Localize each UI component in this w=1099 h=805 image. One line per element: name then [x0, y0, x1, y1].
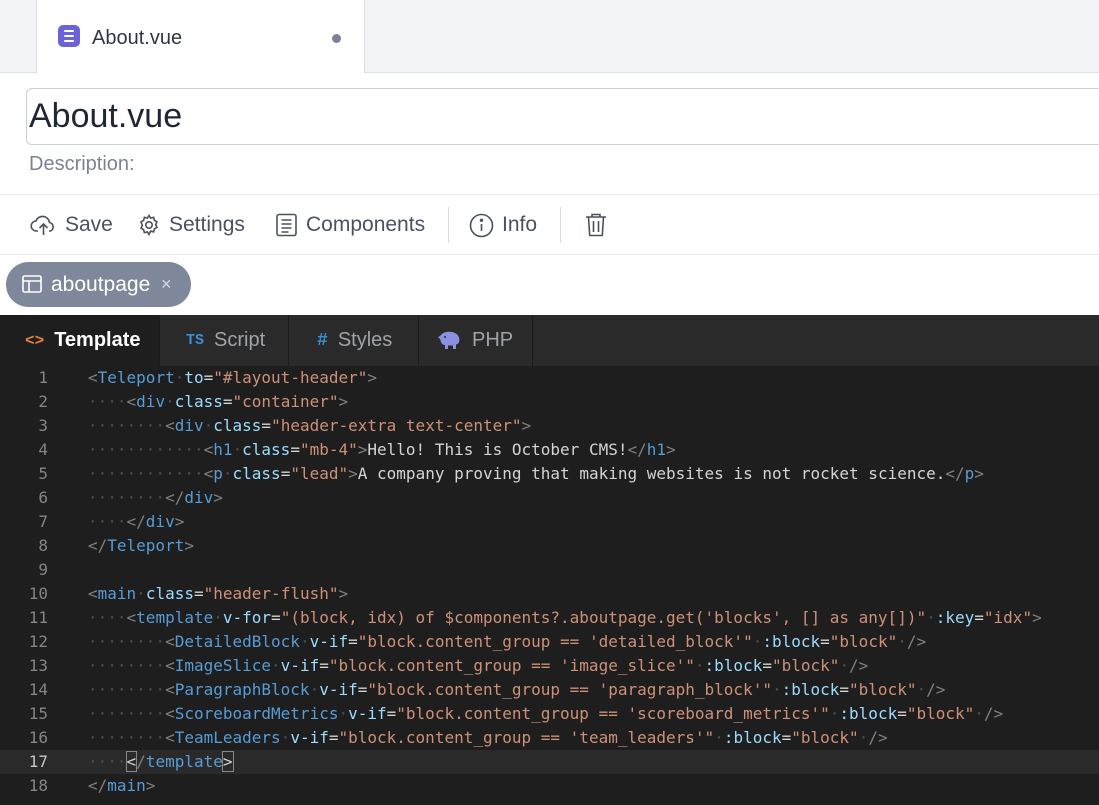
code-line[interactable]: 13 ········<ImageSlice·v-if="block.conten… — [0, 654, 1099, 678]
info-icon — [469, 213, 494, 237]
code-line-text: ········<DetailedBlock·v-if="block.conte… — [88, 632, 927, 651]
tab-about-vue[interactable]: About.vue — [36, 0, 365, 74]
code-line-text: ············<h1·class="mb-4">Hello! This… — [88, 440, 676, 459]
info-label: Info — [502, 213, 538, 236]
code-line[interactable]: 10 <main·class="header-flush"> — [0, 582, 1099, 606]
line-number: 10 — [28, 584, 48, 603]
code-line-text: ····</template> — [88, 751, 234, 772]
tab-php[interactable]: PHP — [419, 315, 533, 366]
toolbar: Save Settings Components Info — [0, 194, 1099, 255]
tab-styles[interactable]: # Styles — [289, 315, 419, 366]
line-number: 5 — [38, 464, 48, 483]
code-area[interactable]: 1 <Teleport·to="#layout-header"> 2 ····<div… — [0, 366, 1099, 805]
code-line[interactable]: 4 ············<h1·class="mb-4">Hello! Thi… — [0, 438, 1099, 462]
trash-icon — [586, 213, 606, 237]
line-number: 1 — [38, 368, 48, 387]
save-button[interactable]: Save — [30, 195, 113, 255]
gear-icon — [139, 213, 159, 237]
line-number: 8 — [38, 536, 48, 555]
code-line[interactable]: 14 ········<ParagraphBlock·v-if="block.co… — [0, 678, 1099, 702]
code-line-text: </main> — [88, 776, 156, 795]
code-line[interactable]: 2 ····<div·class="container"> — [0, 390, 1099, 414]
typescript-icon: TS — [186, 332, 205, 349]
tab-title: About.vue — [92, 27, 183, 49]
line-number: 18 — [28, 776, 48, 795]
code-line-text: ····<div·class="container"> — [88, 392, 349, 411]
code-line[interactable]: 17 ····</template> — [0, 750, 1099, 774]
line-number: 4 — [38, 440, 48, 459]
tab-php-label: PHP — [472, 329, 514, 351]
code-line[interactable]: 9 — [0, 558, 1099, 582]
cloud-upload-icon — [30, 215, 54, 235]
code-line[interactable]: 6 ········</div> — [0, 486, 1099, 510]
code-line[interactable]: 7 ····</div> — [0, 510, 1099, 534]
code-line-text: ····<template·v-for="(block, idx) of $co… — [88, 608, 1042, 627]
code-line[interactable]: 16 ········<TeamLeaders·v-if="block.conte… — [0, 726, 1099, 750]
code-line-text: ········<div·class="header-extra text-ce… — [88, 416, 532, 435]
code-line[interactable]: 18 </main> — [0, 774, 1099, 798]
file-tab-bar: About.vue — [0, 0, 1099, 74]
line-number: 14 — [28, 680, 48, 699]
code-line[interactable]: 3 ········<div·class="header-extra text-c… — [0, 414, 1099, 438]
code-line[interactable]: 12 ········<DetailedBlock·v-if="block.con… — [0, 630, 1099, 654]
line-number: 15 — [28, 704, 48, 723]
hash-icon: # — [317, 330, 328, 351]
code-line-text: ····</div> — [88, 512, 185, 531]
tab-script-label: Script — [214, 329, 266, 351]
code-line-text: <Teleport·to="#layout-header"> — [88, 368, 378, 387]
tab-template[interactable]: <> Template — [0, 315, 160, 366]
code-line-text: ········<ParagraphBlock·v-if="block.cont… — [88, 680, 946, 699]
code-line-text: ········</div> — [88, 488, 223, 507]
close-icon[interactable]: × — [161, 274, 172, 295]
code-line[interactable]: 15 ········<ScoreboardMetrics·v-if="block… — [0, 702, 1099, 726]
components-label: Components — [306, 213, 426, 236]
code-line-text: </Teleport> — [88, 536, 194, 555]
code-line-text: ········<TeamLeaders·v-if="block.content… — [88, 728, 888, 747]
code-line[interactable]: 11 ····<template·v-for="(block, idx) of $… — [0, 606, 1099, 630]
code-line-text: ········<ScoreboardMetrics·v-if="block.c… — [88, 704, 1004, 723]
code-line-text: ············<p·class="lead">A company pr… — [88, 464, 984, 483]
settings-button[interactable]: Settings — [137, 195, 245, 255]
tab-script[interactable]: TS Script — [160, 315, 289, 366]
info-button[interactable]: Info — [469, 195, 537, 255]
code-line-text: ········<ImageSlice·v-if="block.content_… — [88, 656, 869, 675]
php-elephant-icon — [438, 331, 460, 349]
line-number: 12 — [28, 632, 48, 651]
code-line[interactable]: 5 ············<p·class="lead">A company p… — [0, 462, 1099, 486]
layout-chip-label: aboutpage — [51, 273, 151, 296]
line-number: 13 — [28, 656, 48, 675]
unsaved-indicator-dot[interactable] — [332, 34, 341, 43]
delete-button[interactable] — [584, 195, 616, 255]
line-number: 11 — [28, 608, 48, 627]
page-name-input[interactable] — [26, 88, 1099, 145]
layout-icon — [22, 275, 42, 293]
code-line-text: <main·class="header-flush"> — [88, 584, 349, 603]
line-number: 2 — [38, 392, 48, 411]
document-list-icon — [276, 213, 297, 237]
line-number: 9 — [38, 560, 48, 579]
code-line[interactable]: 8 </Teleport> — [0, 534, 1099, 558]
tab-template-label: Template — [54, 329, 141, 351]
tab-styles-label: Styles — [337, 329, 393, 351]
toolbar-divider — [560, 207, 561, 243]
components-button[interactable]: Components — [275, 195, 425, 255]
vue-file-icon — [58, 25, 80, 47]
description-field[interactable]: Description: — [29, 153, 135, 176]
toolbar-divider — [448, 207, 449, 243]
code-brackets-icon: <> — [25, 331, 45, 350]
line-number: 7 — [38, 512, 48, 531]
line-number: 16 — [28, 728, 48, 747]
line-number: 6 — [38, 488, 48, 507]
code-line[interactable]: 1 <Teleport·to="#layout-header"> — [0, 366, 1099, 390]
editor-tab-bar: <> Template TS Script # Styles PHP — [0, 315, 1099, 366]
settings-label: Settings — [169, 213, 245, 236]
code-editor: <> Template TS Script # Styles PHP 1 <Tel… — [0, 315, 1099, 805]
layout-chip[interactable]: aboutpage × — [6, 262, 191, 307]
line-number: 3 — [38, 416, 48, 435]
save-label: Save — [65, 213, 113, 236]
line-number: 17 — [28, 752, 48, 771]
